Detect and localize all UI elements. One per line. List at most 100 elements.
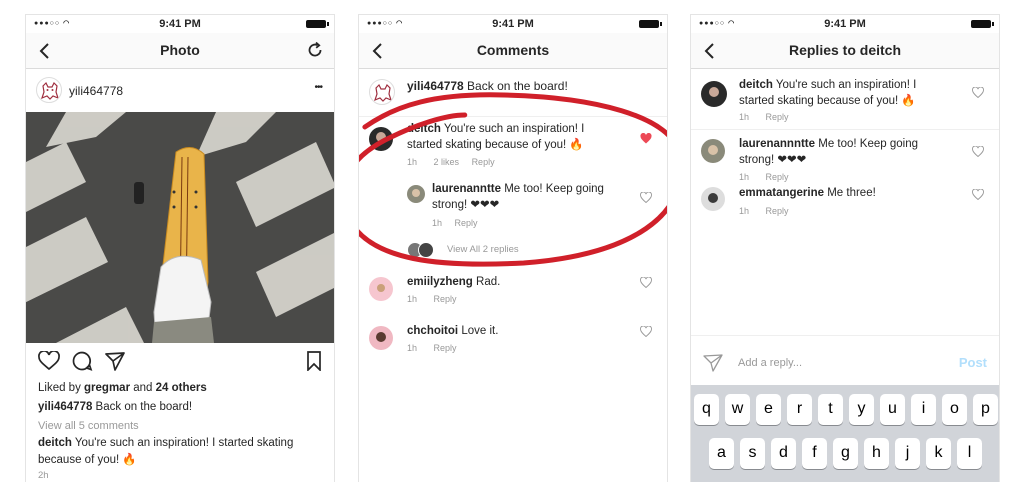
- comment-text: Me too! Keep going: [501, 183, 604, 195]
- view-replies-link[interactable]: View All 2 replies: [447, 244, 519, 255]
- comment-user[interactable]: deitch: [739, 79, 773, 91]
- caption-text: Back on the board!: [92, 401, 193, 413]
- caption-comment: yili464778 Back on the board!: [407, 79, 568, 93]
- avatar[interactable]: [407, 185, 425, 203]
- post-photo[interactable]: [26, 112, 334, 343]
- liked-heart-icon[interactable]: [640, 133, 652, 144]
- refresh-icon[interactable]: [306, 41, 324, 59]
- navbar: Photo: [26, 33, 334, 69]
- key-j[interactable]: j: [895, 438, 920, 469]
- liked-count[interactable]: 24 others: [156, 382, 207, 394]
- post-header: yili464778 •••: [26, 69, 334, 112]
- divider: [691, 335, 999, 336]
- key-s[interactable]: s: [740, 438, 765, 469]
- key-u[interactable]: u: [880, 394, 905, 425]
- battery-icon: [306, 20, 329, 28]
- reply-button[interactable]: Reply: [766, 172, 789, 182]
- heart-icon[interactable]: [38, 351, 60, 371]
- key-t[interactable]: t: [818, 394, 843, 425]
- comment-user[interactable]: deitch: [407, 123, 441, 135]
- heart-icon[interactable]: [640, 192, 652, 203]
- divider: [359, 116, 667, 117]
- caption-user[interactable]: yili464778: [38, 401, 92, 413]
- avatar[interactable]: [369, 277, 393, 301]
- comment-text: Rad.: [472, 276, 501, 288]
- key-o[interactable]: o: [942, 394, 967, 425]
- avatar[interactable]: [36, 77, 62, 103]
- comment-time: 1h: [739, 206, 750, 216]
- comment-time: 1h: [432, 218, 443, 228]
- comment-user[interactable]: laurenanntte: [432, 183, 501, 195]
- view-all-comments-link[interactable]: View all 5 comments: [38, 420, 139, 432]
- comment-user[interactable]: laurenannntte: [739, 138, 815, 150]
- keyboard: qwertyuiop asdfghjkl: [691, 385, 999, 482]
- heart-icon[interactable]: [640, 326, 652, 337]
- key-w[interactable]: w: [725, 394, 750, 425]
- avatar[interactable]: [369, 326, 393, 350]
- reply-button[interactable]: Reply: [766, 206, 789, 216]
- comment-user[interactable]: chchoitoi: [407, 325, 458, 337]
- comment-text: Me three!: [824, 187, 876, 199]
- comment-user[interactable]: emiilyzheng: [407, 276, 473, 288]
- comment-user[interactable]: emmatangerine: [739, 187, 824, 199]
- liked-mid: and: [130, 382, 156, 394]
- avatar[interactable]: [369, 79, 395, 105]
- liked-by-text[interactable]: Liked by gregmar and 24 others: [38, 382, 207, 394]
- comment-time: 1h: [407, 157, 418, 167]
- key-h[interactable]: h: [864, 438, 889, 469]
- more-options-icon[interactable]: •••: [314, 82, 322, 93]
- reply-item: emmatangerine Me three!: [739, 187, 876, 199]
- reply-button[interactable]: Reply: [766, 112, 789, 122]
- heart-icon[interactable]: [972, 189, 984, 200]
- key-f[interactable]: f: [802, 438, 827, 469]
- comment-time: 1h: [407, 343, 418, 353]
- comment-icon[interactable]: [71, 351, 93, 371]
- key-y[interactable]: y: [849, 394, 874, 425]
- bookmark-icon[interactable]: [306, 351, 322, 371]
- photo-screen: ●●●○○ ◠ 9:41 PM Photo yili464778 ••• Lik…: [25, 14, 335, 482]
- post-username[interactable]: yili464778: [69, 84, 123, 98]
- heart-icon[interactable]: [640, 277, 652, 288]
- key-d[interactable]: d: [771, 438, 796, 469]
- avatar[interactable]: [701, 187, 725, 211]
- heart-icon[interactable]: [972, 87, 984, 98]
- key-q[interactable]: q: [694, 394, 719, 425]
- reply-button[interactable]: Reply: [455, 218, 478, 228]
- liked-user[interactable]: gregmar: [84, 382, 130, 394]
- comment-likes[interactable]: 2 likes: [434, 157, 460, 167]
- key-k[interactable]: k: [926, 438, 951, 469]
- reply-input[interactable]: Add a reply...: [738, 357, 802, 369]
- key-p[interactable]: p: [973, 394, 998, 425]
- avatar[interactable]: [701, 139, 725, 163]
- comments-screen: ●●●○○ ◠ 9:41 PM Comments yili464778 Back…: [358, 14, 668, 482]
- key-i[interactable]: i: [911, 394, 936, 425]
- reply-button[interactable]: Reply: [434, 294, 457, 304]
- reply-item: laurenannntte Me too! Keep going: [739, 138, 918, 150]
- page-title: Comments: [476, 42, 550, 58]
- caption-user[interactable]: yili464778: [407, 79, 464, 93]
- comment-user[interactable]: deitch: [38, 437, 72, 449]
- comment-meta: 1h Reply: [739, 172, 789, 182]
- comment-text: Love it.: [458, 325, 499, 337]
- comment-text-line2: started skating because of you! 🔥: [739, 95, 916, 107]
- reply-item: laurenanntte Me too! Keep going: [432, 183, 604, 195]
- key-g[interactable]: g: [833, 438, 858, 469]
- reply-button[interactable]: Reply: [434, 343, 457, 353]
- key-a[interactable]: a: [709, 438, 734, 469]
- battery-icon: [639, 20, 662, 28]
- comment-meta: 1h Reply: [739, 112, 789, 122]
- key-e[interactable]: e: [756, 394, 781, 425]
- heart-icon[interactable]: [972, 146, 984, 157]
- post-caption: yili464778 Back on the board!: [38, 401, 192, 413]
- share-icon[interactable]: [104, 351, 126, 371]
- avatar[interactable]: [369, 127, 393, 151]
- reply-button[interactable]: Reply: [472, 157, 495, 167]
- key-l[interactable]: l: [957, 438, 982, 469]
- post-button[interactable]: Post: [959, 355, 987, 370]
- status-time: 9:41 PM: [824, 18, 866, 30]
- comment-meta: 1h Reply: [432, 218, 478, 228]
- avatar[interactable]: [701, 81, 727, 107]
- comment-meta: 1h Reply: [739, 206, 789, 216]
- key-r[interactable]: r: [787, 394, 812, 425]
- status-time: 9:41 PM: [492, 18, 534, 30]
